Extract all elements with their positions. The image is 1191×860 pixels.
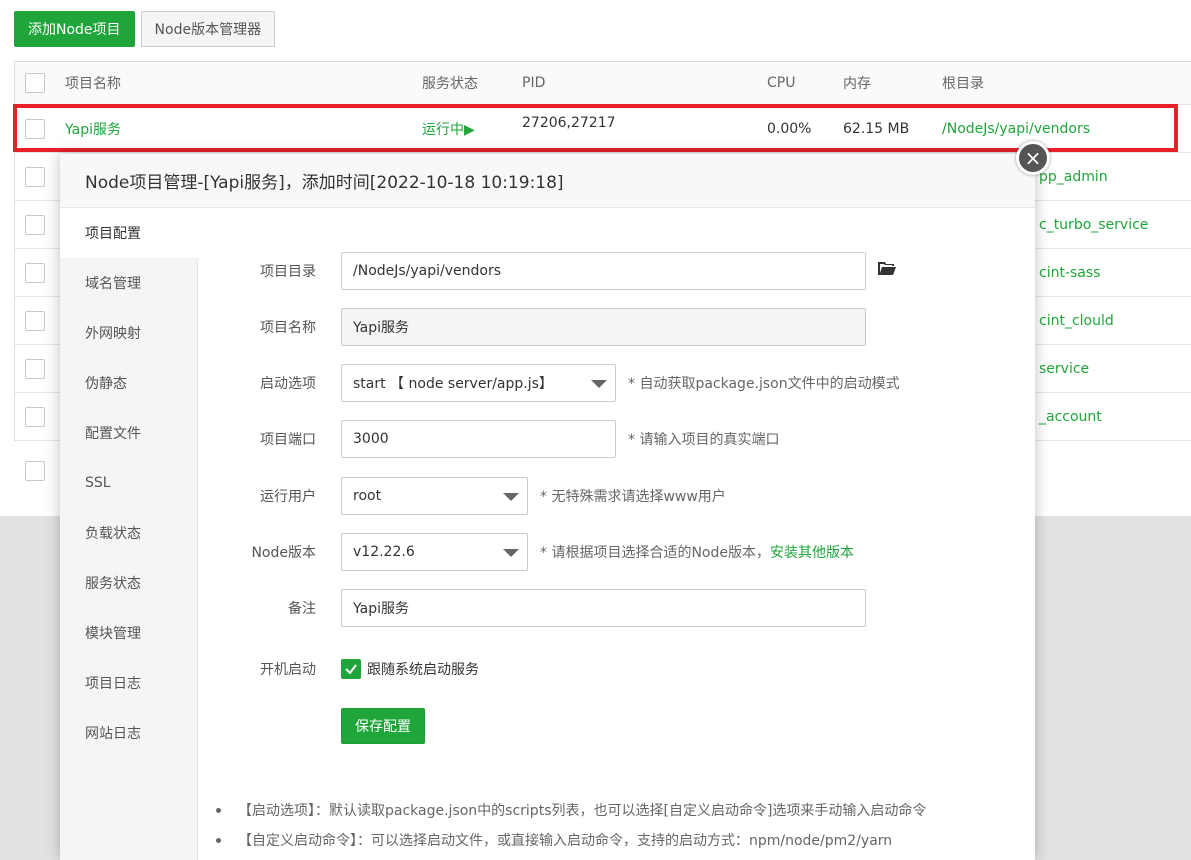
- form-row-port: 项目端口 3000 * 请输入项目的真实端口: [198, 420, 1035, 458]
- header-root: 根目录: [942, 76, 984, 92]
- install-other-version-link[interactable]: 安装其他版本: [770, 545, 854, 561]
- node-version-manager-button[interactable]: Node版本管理器: [140, 11, 276, 47]
- menu-item-modules[interactable]: 模块管理: [60, 608, 197, 658]
- project-name-input[interactable]: Yapi服务: [341, 308, 866, 346]
- user-label: 运行用户: [260, 489, 316, 505]
- check-icon: [345, 664, 357, 675]
- start-label: 启动选项: [260, 376, 316, 392]
- form-row-user: 运行用户 root * 无特殊需求请选择www用户: [198, 477, 1035, 515]
- row-checkbox[interactable]: [25, 406, 45, 427]
- row-checkbox[interactable]: [25, 118, 45, 139]
- dialog-title: Node项目管理-[Yapi服务]，添加时间[2022-10-18 10:19:…: [60, 154, 1035, 208]
- note-start-option: 【启动选项】：默认读取package.json中的scripts列表，也可以选择…: [215, 800, 926, 820]
- menu-item-project-config[interactable]: 项目配置: [60, 208, 199, 258]
- toolbar: 添加Node项目 Node版本管理器: [14, 11, 276, 47]
- root-dir-link[interactable]: cint-sass: [1039, 265, 1100, 281]
- project-config-form: 项目目录 /NodeJs/yapi/vendors 项目名称 Yapi服务 启动…: [198, 208, 1035, 860]
- row-checkbox[interactable]: [25, 310, 45, 331]
- root-dir-link[interactable]: pp_admin: [1039, 169, 1108, 185]
- node-version-select[interactable]: v12.22.6: [341, 533, 528, 571]
- close-icon[interactable]: ×: [1016, 141, 1050, 175]
- table-row[interactable]: Yapi服务 运行中▶ 27206,27217 0.00% 62.15 MB /…: [15, 105, 1191, 153]
- menu-item-load-status[interactable]: 负载状态: [60, 508, 197, 558]
- menu-item-config-file[interactable]: 配置文件: [60, 408, 197, 458]
- node-hint-text: * 请根据项目选择合适的Node版本，: [540, 545, 770, 561]
- run-user-select[interactable]: root: [341, 477, 528, 515]
- menu-item-service-status[interactable]: 服务状态: [60, 558, 197, 608]
- remark-input[interactable]: Yapi服务: [341, 589, 866, 627]
- form-row-node: Node版本 v12.22.6 * 请根据项目选择合适的Node版本，安装其他版…: [198, 533, 1035, 571]
- bulk-select-checkbox[interactable]: [25, 461, 45, 481]
- row-checkbox[interactable]: [25, 214, 45, 235]
- start-option-select[interactable]: start 【 node server/app.js】: [341, 364, 616, 402]
- node-label: Node版本: [251, 545, 316, 561]
- project-port-input[interactable]: 3000: [341, 420, 616, 458]
- header-memory: 内存: [843, 76, 871, 92]
- root-dir-link[interactable]: cint_clould: [1039, 313, 1114, 329]
- status-running[interactable]: 运行中▶: [422, 119, 475, 139]
- port-hint: * 请输入项目的真实端口: [628, 432, 780, 448]
- project-dir-input[interactable]: /NodeJs/yapi/vendors: [341, 252, 866, 290]
- select-all-checkbox[interactable]: [25, 73, 45, 93]
- form-row-name: 项目名称 Yapi服务: [198, 308, 1035, 346]
- form-row-remark: 备注 Yapi服务: [198, 589, 1035, 627]
- remark-label: 备注: [288, 601, 316, 617]
- add-node-project-button[interactable]: 添加Node项目: [14, 11, 135, 47]
- folder-open-icon[interactable]: [878, 262, 896, 276]
- menu-item-port-mapping[interactable]: 外网映射: [60, 308, 197, 358]
- name-label: 项目名称: [260, 320, 316, 336]
- note-custom-command: 【自定义启动命令】：可以选择启动文件，或直接输入启动命令，支持的启动方式：npm…: [215, 830, 892, 850]
- boot-start-text: 跟随系统启动服务: [367, 662, 479, 678]
- row-checkbox[interactable]: [25, 166, 45, 187]
- project-manager-dialog: Node项目管理-[Yapi服务]，添加时间[2022-10-18 10:19:…: [60, 154, 1035, 860]
- menu-item-rewrite[interactable]: 伪静态: [60, 358, 197, 408]
- boot-start-checkbox[interactable]: [341, 659, 361, 679]
- pid-value: 27206,27217: [522, 115, 616, 131]
- save-config-button[interactable]: 保存配置: [341, 708, 425, 744]
- table-header: 项目名称 服务状态 PID CPU 内存 根目录: [15, 62, 1191, 105]
- form-row-dir: 项目目录 /NodeJs/yapi/vendors: [198, 252, 1035, 290]
- user-hint: * 无特殊需求请选择www用户: [540, 489, 726, 505]
- header-cpu: CPU: [767, 75, 796, 91]
- root-dir-link[interactable]: _account: [1039, 409, 1102, 425]
- header-pid: PID: [522, 75, 546, 91]
- boot-label: 开机启动: [260, 662, 316, 678]
- row-checkbox[interactable]: [25, 358, 45, 379]
- start-hint: * 自动获取package.json文件中的启动模式: [628, 376, 900, 392]
- root-dir-link[interactable]: service: [1039, 361, 1089, 377]
- root-dir-link[interactable]: c_turbo_service: [1039, 217, 1148, 233]
- menu-item-site-log[interactable]: 网站日志: [60, 708, 197, 758]
- cpu-value: 0.00%: [767, 120, 812, 137]
- dir-label: 项目目录: [260, 264, 316, 280]
- row-checkbox[interactable]: [25, 262, 45, 283]
- menu-item-project-log[interactable]: 项目日志: [60, 658, 197, 708]
- header-name: 项目名称: [65, 76, 121, 92]
- form-row-start: 启动选项 start 【 node server/app.js】 * 自动获取p…: [198, 364, 1035, 402]
- header-status: 服务状态: [422, 76, 478, 92]
- form-row-boot: 开机启动 跟随系统启动服务: [198, 650, 1035, 688]
- dialog-side-menu: 项目配置 域名管理 外网映射 伪静态 配置文件 SSL 负载状态 服务状态 模块…: [60, 208, 199, 860]
- menu-item-domain[interactable]: 域名管理: [60, 258, 197, 308]
- root-dir-link[interactable]: /NodeJs/yapi/vendors: [942, 121, 1090, 137]
- project-name-link[interactable]: Yapi服务: [65, 119, 121, 139]
- port-label: 项目端口: [260, 432, 316, 448]
- memory-value: 62.15 MB: [843, 120, 910, 137]
- menu-item-ssl[interactable]: SSL: [60, 458, 197, 508]
- node-hint: * 请根据项目选择合适的Node版本，安装其他版本: [540, 542, 854, 562]
